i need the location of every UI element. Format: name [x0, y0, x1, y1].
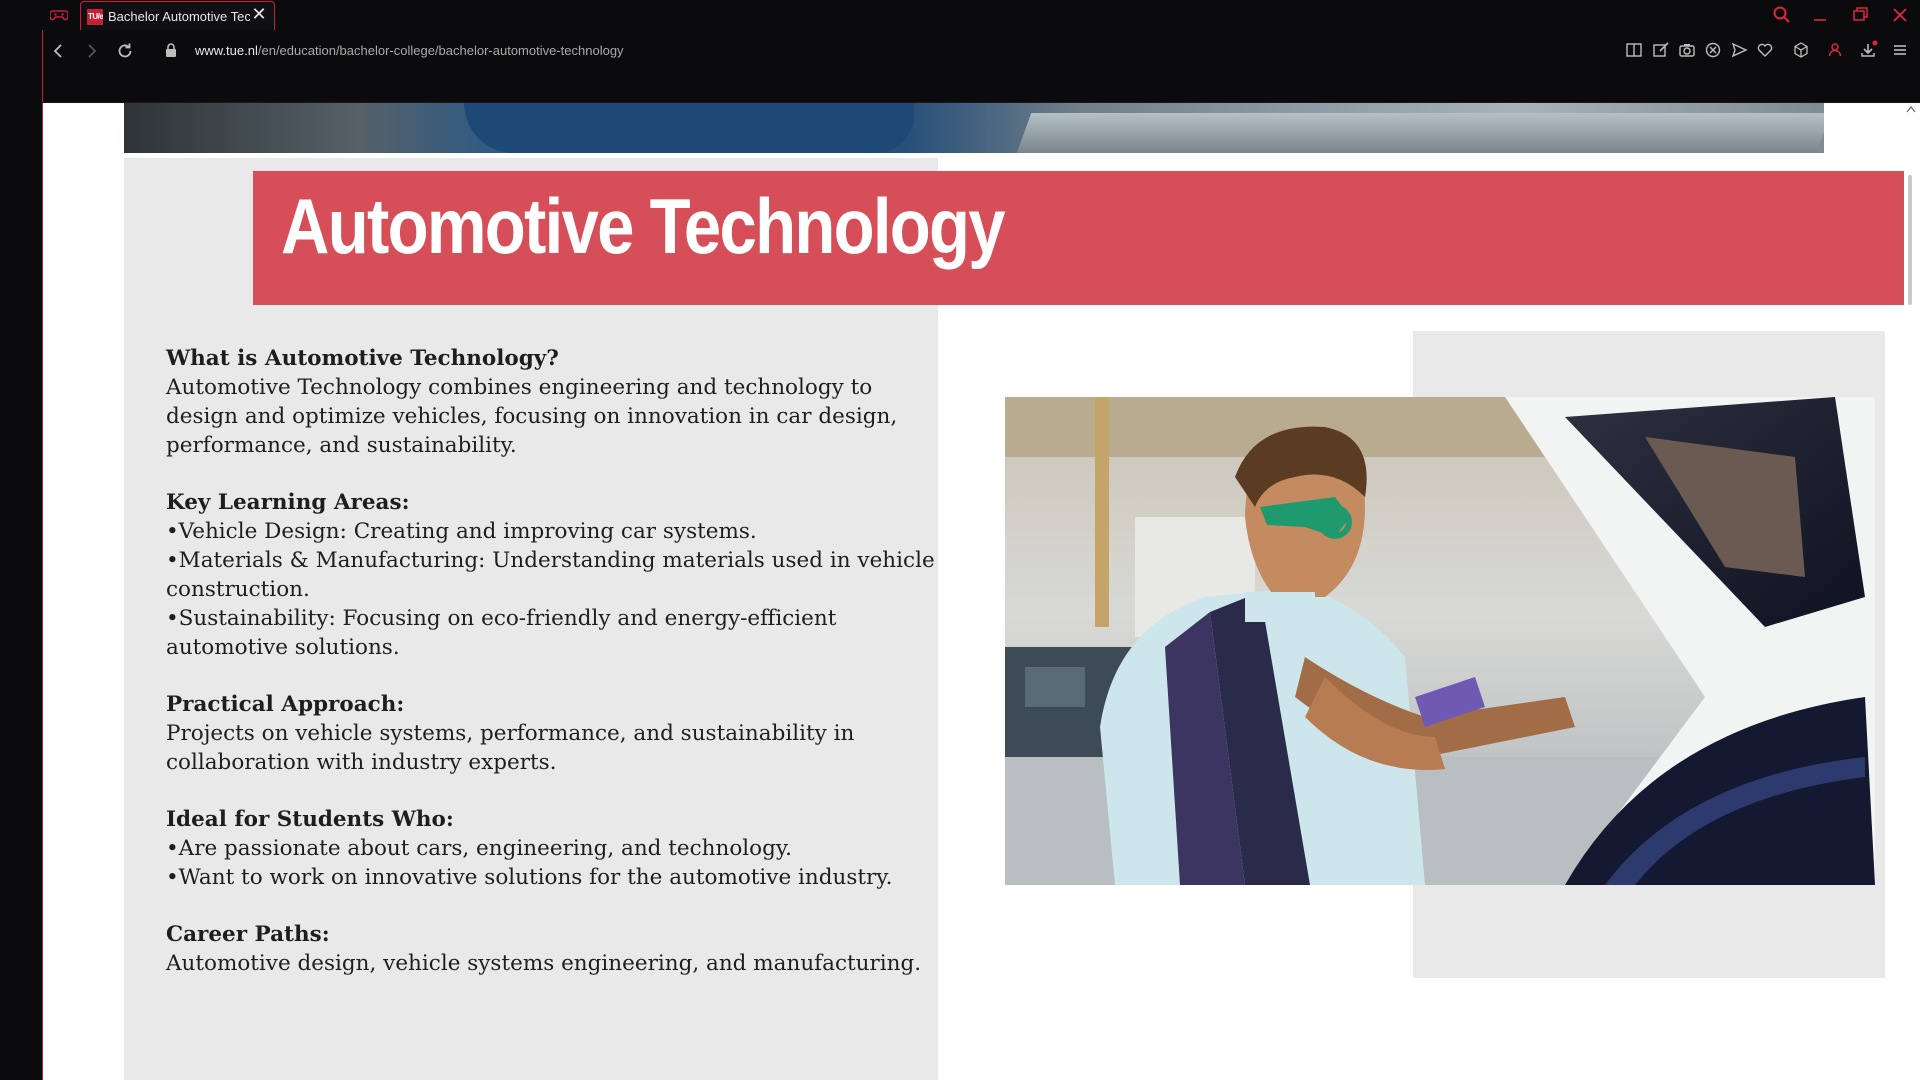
tab-close-icon[interactable]: ✕	[250, 6, 268, 24]
list-item: •Are passionate about cars, engineering,…	[166, 836, 793, 861]
section-practical: Practical Approach: Projects on vehicle …	[166, 690, 936, 777]
section-body: Automotive Technology combines engineeri…	[166, 375, 898, 458]
url-path: /en/education/bachelor-college/bachelor-…	[257, 43, 624, 58]
camera-icon[interactable]	[1677, 40, 1697, 60]
list-item: •Sustainability: Focusing on eco-friendl…	[166, 606, 837, 660]
section-heading: Practical Approach:	[166, 692, 405, 717]
cube-icon[interactable]	[1791, 40, 1811, 60]
restore-icon[interactable]	[1848, 4, 1872, 26]
gamepad-icon[interactable]	[50, 7, 68, 23]
section-career: Career Paths: Automotive design, vehicle…	[166, 920, 936, 978]
tue-favicon-icon: TU/e	[87, 9, 103, 25]
page-title: Automotive Technology	[281, 182, 1006, 270]
mechanic-illustration	[1005, 397, 1875, 885]
section-body: Automotive design, vehicle systems engin…	[166, 951, 922, 976]
url-host: www.tue.nl	[195, 43, 258, 58]
list-item: •Materials & Manufacturing: Understandin…	[166, 548, 935, 602]
reload-icon[interactable]	[114, 40, 136, 62]
tab-title: Bachelor Automotive Technology | TU/e	[108, 9, 250, 24]
close-icon[interactable]	[1888, 4, 1912, 26]
list-item: •Vehicle Design: Creating and improving …	[166, 519, 757, 544]
forward-arrow-icon[interactable]	[80, 40, 102, 62]
browser-sidebar	[0, 30, 42, 1080]
back-arrow-icon[interactable]	[48, 40, 70, 62]
search-icon[interactable]	[1770, 4, 1794, 26]
profile-icon[interactable]	[1825, 40, 1845, 60]
section-heading: What is Automotive Technology?	[166, 346, 559, 371]
lock-icon	[166, 43, 176, 57]
url-field[interactable]: www.tue.nl/en/education/bachelor-college…	[195, 43, 624, 58]
menu-icon[interactable]	[1890, 40, 1910, 60]
section-heading: Career Paths:	[166, 922, 330, 947]
minimize-icon[interactable]	[1808, 4, 1832, 26]
section-heading: Key Learning Areas:	[166, 490, 410, 515]
list-item: •Want to work on innovative solutions fo…	[166, 865, 893, 890]
adblock-icon[interactable]	[1703, 40, 1723, 60]
edit-icon[interactable]	[1651, 40, 1671, 60]
section-what-is: What is Automotive Technology? Automotiv…	[166, 344, 936, 460]
active-tab[interactable]: TU/e Bachelor Automotive Technology | TU…	[80, 1, 275, 30]
section-heading: Ideal for Students Who:	[166, 807, 454, 832]
scroll-up-icon[interactable]	[1906, 105, 1916, 113]
reader-mode-icon[interactable]	[1624, 40, 1644, 60]
download-icon[interactable]	[1858, 40, 1878, 60]
program-description: What is Automotive Technology? Automotiv…	[166, 344, 936, 1006]
section-body: Projects on vehicle systems, performance…	[166, 721, 855, 775]
section-key-learning: Key Learning Areas: •Vehicle Design: Cre…	[166, 488, 936, 662]
title-bar	[0, 0, 1920, 30]
vertical-scrollbar[interactable]	[1904, 103, 1920, 1080]
heart-icon[interactable]	[1755, 40, 1775, 60]
hero-image	[124, 103, 1824, 153]
section-ideal-students: Ideal for Students Who: •Are passionate …	[166, 805, 936, 892]
scrollbar-thumb[interactable]	[1908, 175, 1912, 305]
page-viewport: Automotive Technology What is Automotive…	[42, 103, 1904, 1080]
send-icon[interactable]	[1729, 40, 1749, 60]
